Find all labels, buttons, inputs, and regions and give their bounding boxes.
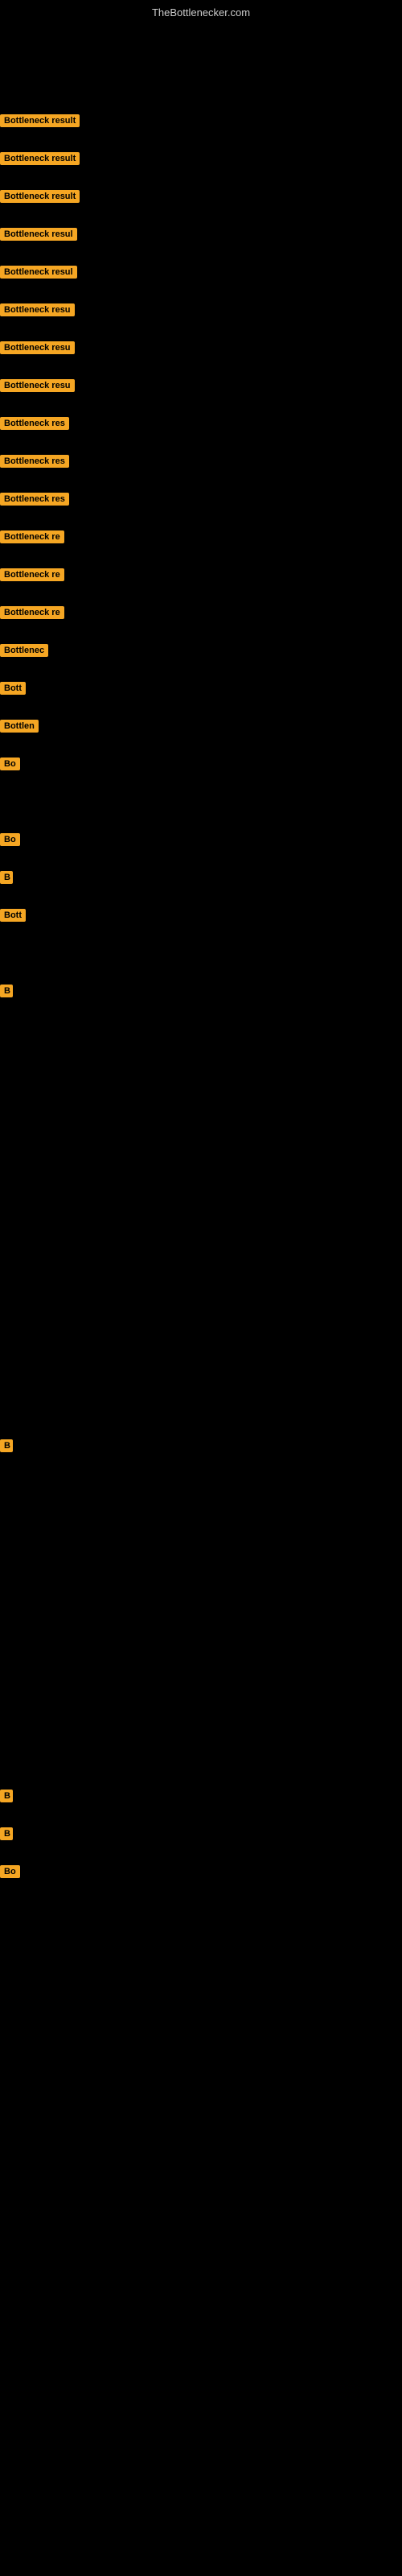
bottleneck-row: Bottleneck result [0,152,80,165]
bottleneck-badge: Bottlenec [0,644,48,657]
bottleneck-badge: Bottleneck resul [0,228,77,241]
bottleneck-badge: B [0,1827,13,1840]
bottleneck-badge: Bottleneck result [0,190,80,203]
bottleneck-row: Bottleneck result [0,114,80,127]
bottleneck-row: Bottleneck re [0,568,64,581]
bottleneck-badge: Bottleneck resu [0,379,75,392]
bottleneck-row: Bott [0,682,26,695]
bottleneck-row: Bottlenec [0,644,48,657]
bottleneck-badge: Bottleneck re [0,530,64,543]
bottleneck-badge: Bottlen [0,720,39,733]
bottleneck-badge: Bo [0,833,20,846]
bottleneck-badge: Bottleneck res [0,417,69,430]
bottleneck-badge: Bottleneck result [0,114,80,127]
bottleneck-row: Bottleneck re [0,606,64,619]
bottleneck-badge: B [0,985,13,997]
bottleneck-row: Bottleneck resul [0,266,77,279]
bottleneck-badge: Bo [0,758,20,770]
bottleneck-row: B [0,1827,13,1840]
bottleneck-row: B [0,985,13,997]
bottleneck-row: B [0,1439,13,1452]
bottleneck-row: Bottlen [0,720,39,733]
bottleneck-badge: Bottleneck resu [0,341,75,354]
bottleneck-row: Bottleneck resu [0,341,75,354]
bottleneck-row: Bottleneck resul [0,228,77,241]
bottleneck-row: Bottleneck res [0,417,69,430]
bottleneck-row: Bottleneck result [0,190,80,203]
bottleneck-row: Bo [0,833,20,846]
bottleneck-badge: Bott [0,682,26,695]
bottleneck-badge: Bottleneck re [0,568,64,581]
bottleneck-row: Bott [0,909,26,922]
bottleneck-row: Bottleneck resu [0,379,75,392]
bottleneck-badge: B [0,1439,13,1452]
bottleneck-row: Bo [0,758,20,770]
bottleneck-row: Bo [0,1865,20,1878]
bottleneck-row: B [0,871,13,884]
bottleneck-badge: Bo [0,1865,20,1878]
bottleneck-badge: Bottleneck resu [0,303,75,316]
bottleneck-row: B [0,1790,13,1802]
bottleneck-badge: B [0,1790,13,1802]
bottleneck-row: Bottleneck res [0,455,69,468]
bottleneck-badge: Bottleneck res [0,493,69,506]
bottleneck-row: Bottleneck res [0,493,69,506]
bottleneck-row: Bottleneck resu [0,303,75,316]
bottleneck-badge: Bottleneck result [0,152,80,165]
bottleneck-badge: Bottleneck resul [0,266,77,279]
bottleneck-badge: Bott [0,909,26,922]
bottleneck-badge: Bottleneck res [0,455,69,468]
bottleneck-badge: B [0,871,13,884]
site-title: TheBottlenecker.com [0,0,402,22]
bottleneck-badge: Bottleneck re [0,606,64,619]
bottleneck-row: Bottleneck re [0,530,64,543]
